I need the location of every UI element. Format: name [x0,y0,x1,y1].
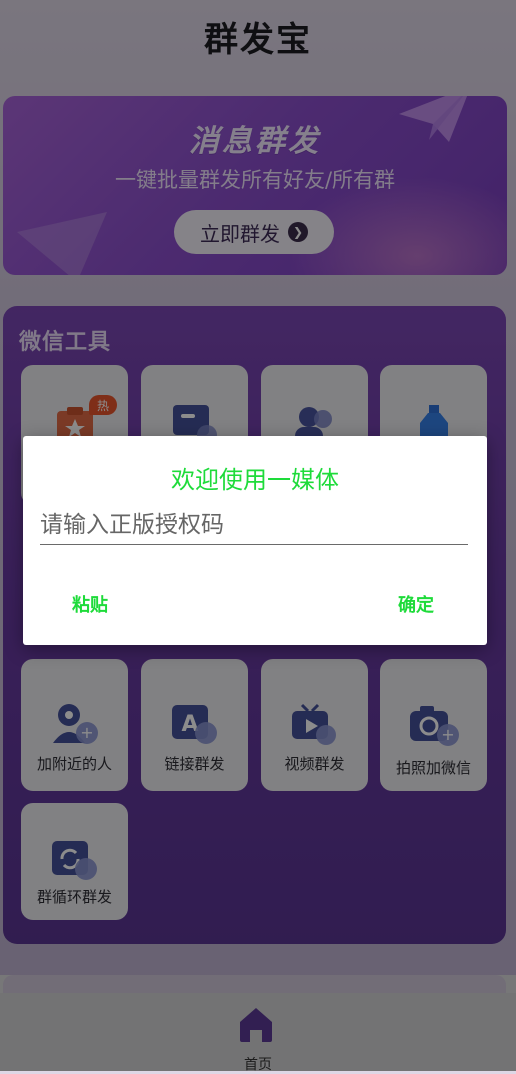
paste-button[interactable]: 粘贴 [72,591,108,617]
auth-code-input[interactable] [40,506,468,545]
dialog-title: 欢迎使用一媒体 [171,466,339,494]
auth-dialog: 欢迎使用一媒体 粘贴 确定 [23,436,487,645]
confirm-button[interactable]: 确定 [398,591,434,617]
